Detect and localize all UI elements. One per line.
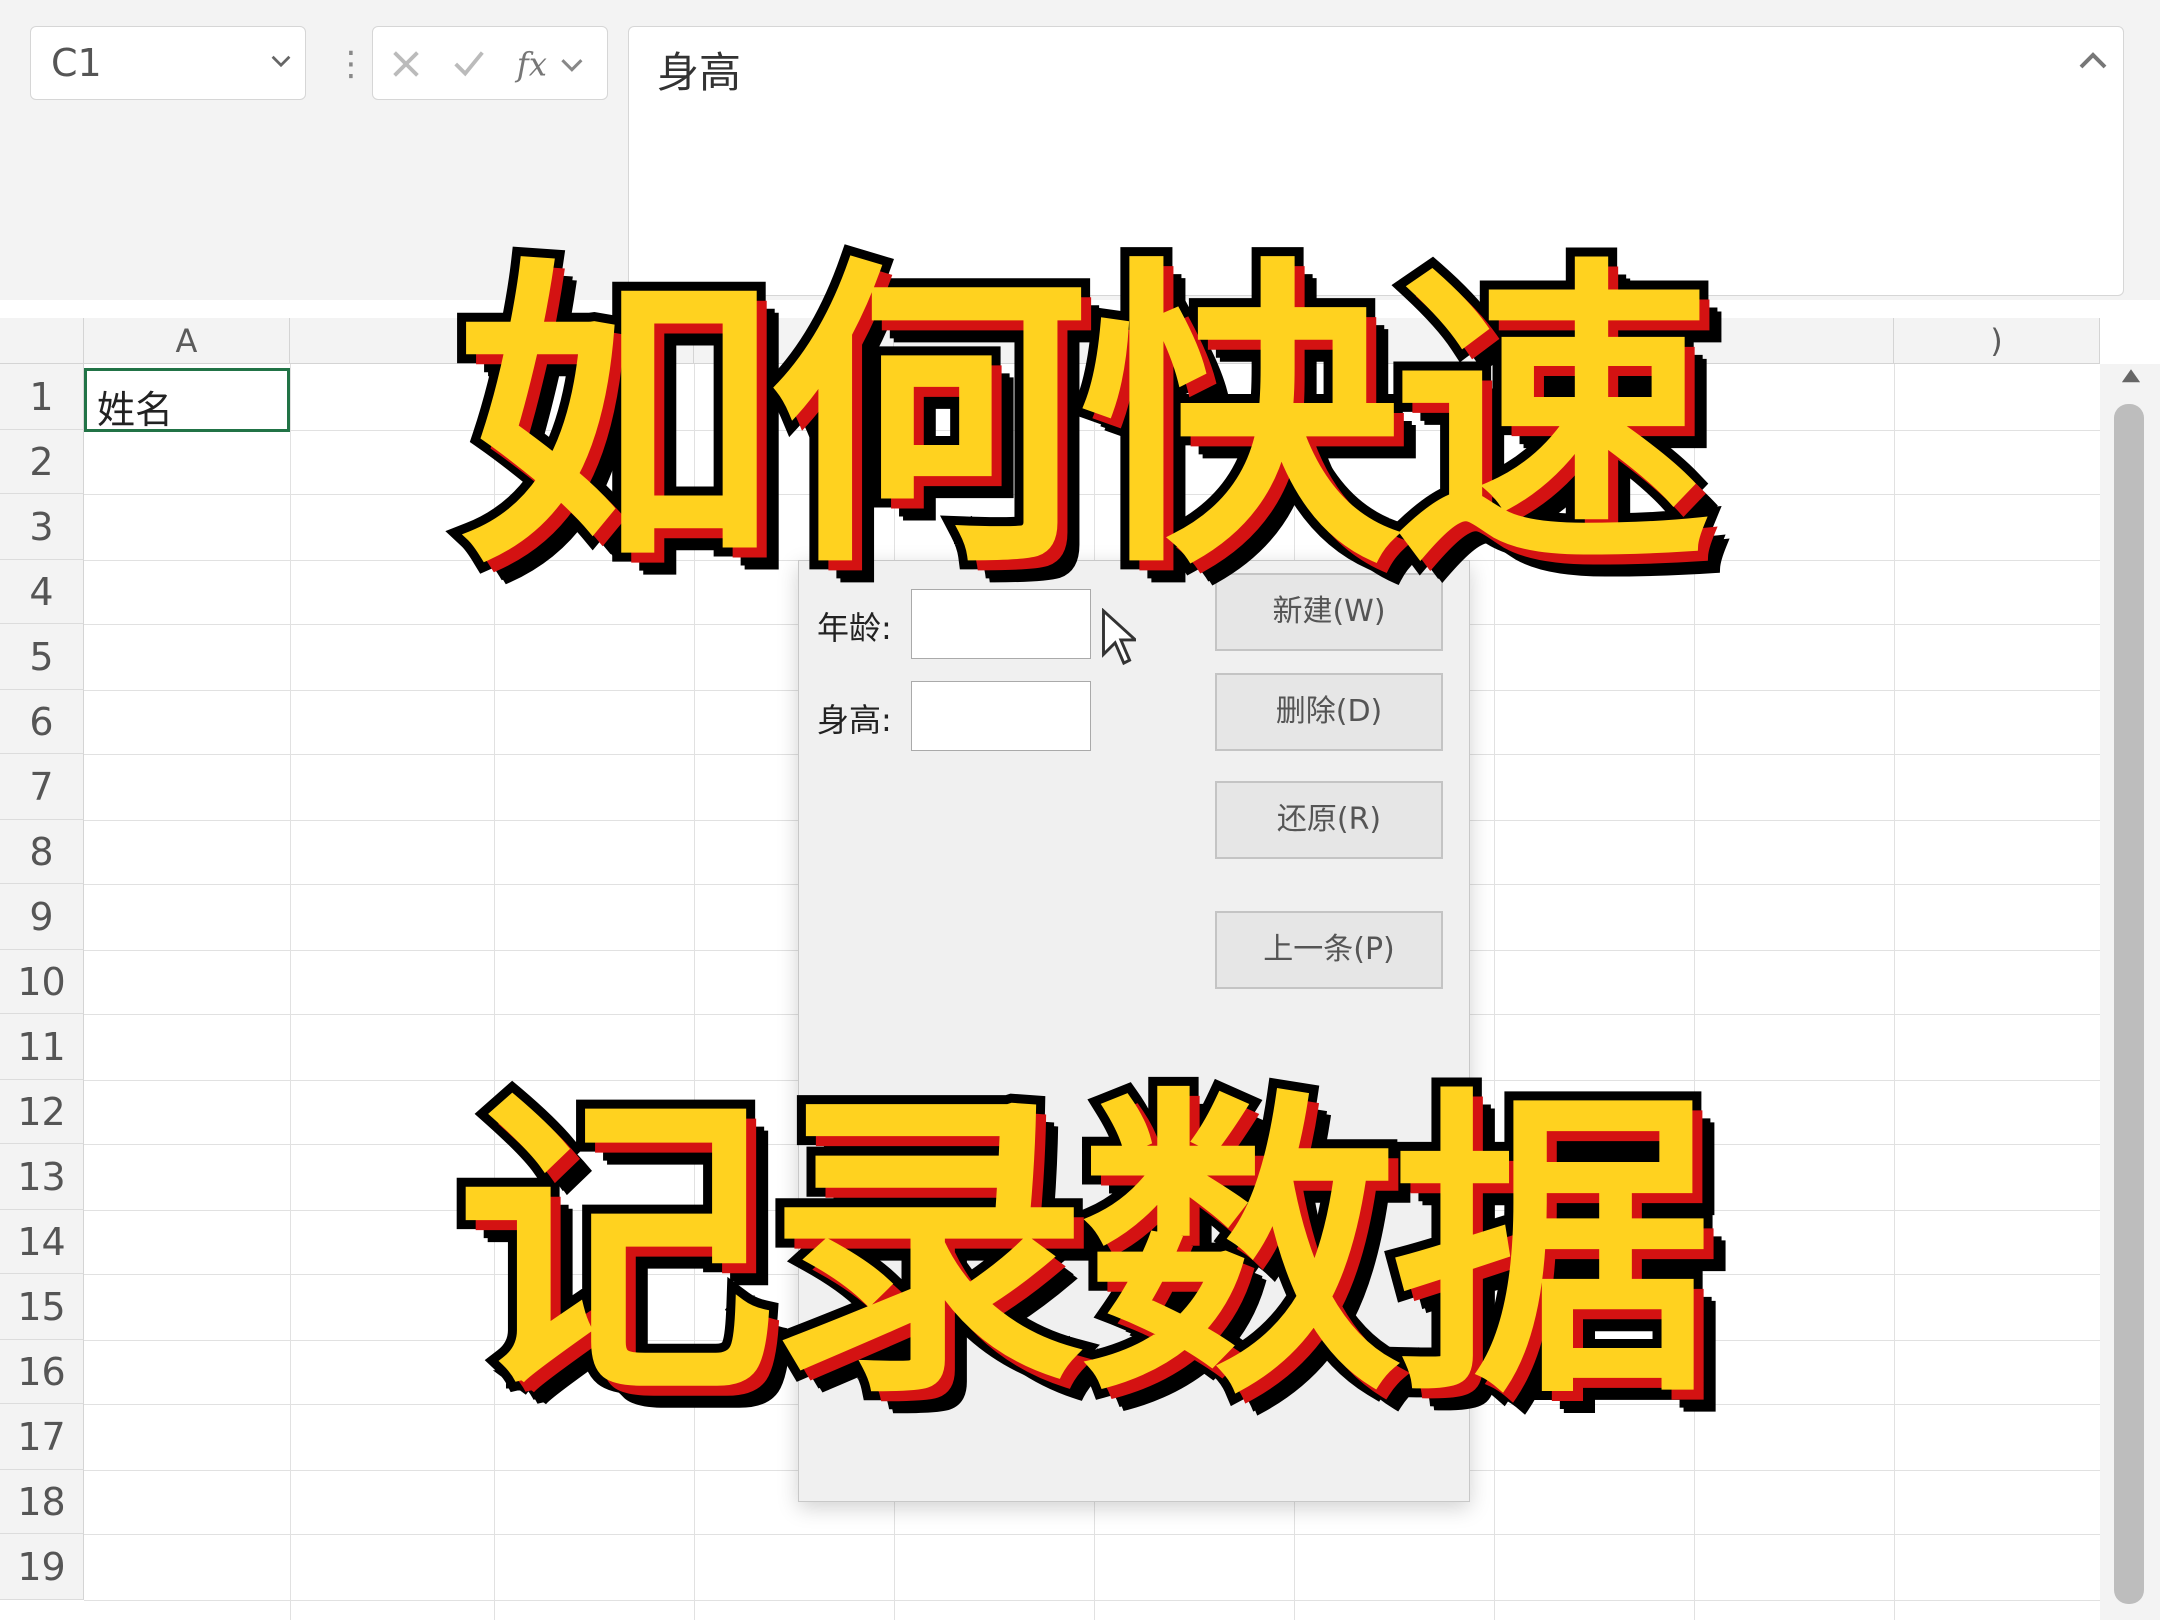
row-header[interactable]: 5	[0, 624, 84, 690]
chevron-up-icon[interactable]	[2073, 41, 2113, 81]
title-line-2: 记录数据	[447, 1055, 1721, 1445]
name-box-value: C1	[51, 41, 102, 85]
enter-check-icon[interactable]	[449, 45, 489, 83]
previous-record-button[interactable]: 上一条(P)	[1215, 911, 1443, 989]
cancel-icon[interactable]	[387, 45, 425, 83]
name-box[interactable]: C1	[30, 26, 306, 100]
row-header[interactable]: 19	[0, 1534, 84, 1600]
chevron-down-icon[interactable]	[267, 47, 295, 75]
title-line-1: 如何快速	[447, 225, 1721, 615]
grid-line	[84, 1600, 2100, 1601]
row-header[interactable]: 9	[0, 884, 84, 950]
restore-button[interactable]: 还原(R)	[1215, 781, 1443, 859]
row-header[interactable]: 18	[0, 1470, 84, 1534]
delete-button[interactable]: 删除(D)	[1215, 673, 1443, 751]
grid-line	[84, 1534, 2100, 1535]
height-field[interactable]	[911, 681, 1091, 751]
svg-text:fx: fx	[515, 45, 547, 83]
more-options-icon[interactable]: ⋮	[334, 44, 368, 84]
formula-value: 身高	[657, 48, 742, 97]
row-header[interactable]: 6	[0, 690, 84, 754]
row-header[interactable]: 8	[0, 820, 84, 884]
formula-buttons: fx	[372, 26, 608, 100]
row-header[interactable]: 7	[0, 754, 84, 820]
height-label: 身高:	[817, 701, 892, 739]
insert-function-icon[interactable]: fx	[513, 45, 589, 83]
